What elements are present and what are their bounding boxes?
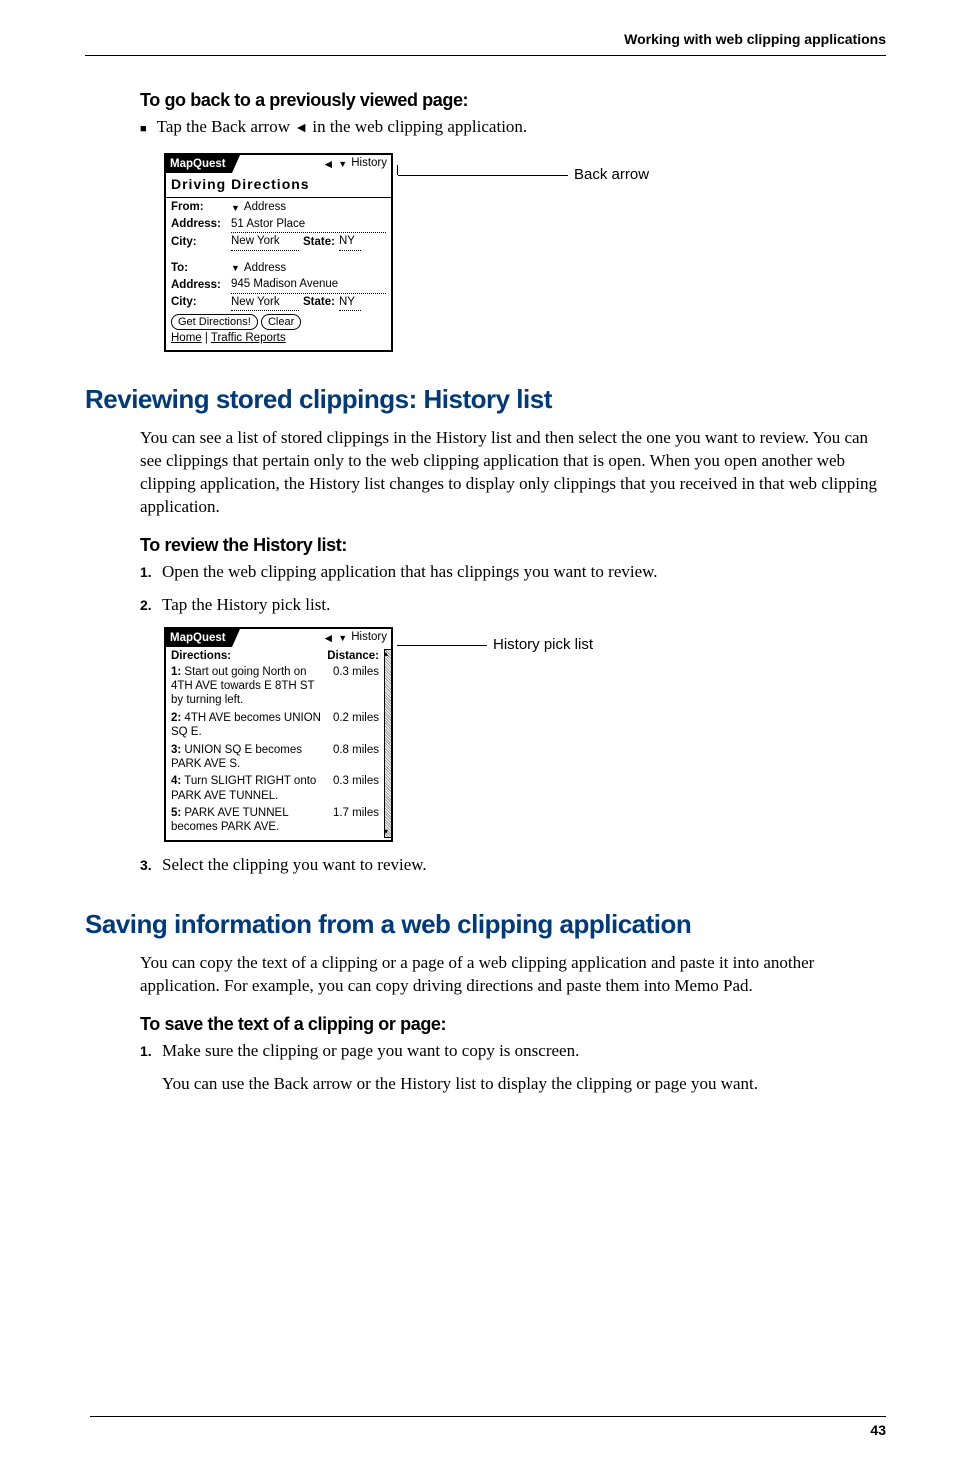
step-number: 1.	[140, 1040, 162, 1061]
section-heading-saving: Saving information from a web clipping a…	[85, 907, 886, 942]
callout-history-picklist: History pick list	[493, 635, 593, 655]
step-text: Select the clipping you want to review.	[162, 854, 886, 877]
to-type[interactable]: Address	[244, 261, 286, 277]
city-label: City:	[171, 235, 227, 251]
step-text: Tap the History pick list.	[162, 594, 886, 617]
step-text: Open the web clipping application that h…	[162, 561, 886, 584]
back-arrow-icon[interactable]: ◄	[322, 156, 334, 172]
back-arrow-icon[interactable]: ◄	[322, 630, 334, 646]
state-label: State:	[303, 235, 335, 251]
dropdown-icon[interactable]: ▼	[231, 202, 240, 214]
from-city-input[interactable]: New York	[231, 234, 299, 251]
state-label: State:	[303, 295, 335, 311]
direction-row: 5: PARK AVE TUNNEL becomes PARK AVE.1.7 …	[171, 806, 381, 835]
bullet-icon: ■	[140, 122, 147, 137]
col-directions: Directions:	[171, 649, 323, 665]
running-header: Working with web clipping applications	[85, 30, 886, 56]
app-title: MapQuest	[166, 629, 232, 647]
step-subtext: You can use the Back arrow or the Histor…	[162, 1073, 886, 1096]
device-screenshot-1: MapQuest ◄ ▼ History Driving Directions …	[164, 153, 393, 352]
scrollbar[interactable]	[384, 649, 391, 838]
to-address-input[interactable]: 945 Madison Avenue	[231, 277, 386, 294]
from-label: From:	[171, 200, 227, 216]
bullet-text: Tap the Back arrow ◄ in the web clipping…	[157, 116, 528, 139]
from-type[interactable]: Address	[244, 200, 286, 216]
page-number: 43	[90, 1416, 886, 1440]
history-picklist[interactable]: History	[351, 630, 387, 646]
subheading-save: To save the text of a clipping or page:	[140, 1012, 886, 1036]
col-distance: Distance:	[323, 649, 381, 665]
app-title: MapQuest	[166, 155, 232, 173]
history-picklist[interactable]: History	[351, 156, 387, 172]
step-number: 3.	[140, 854, 162, 875]
address-label: Address:	[171, 217, 227, 233]
dropdown-icon[interactable]: ▼	[231, 262, 240, 274]
direction-row: 3: UNION SQ E becomes PARK AVE S.0.8 mil…	[171, 743, 381, 772]
back-arrow-icon: ◄	[294, 120, 308, 139]
device-screenshot-2: MapQuest ◄ ▼ History Directions: Distanc…	[164, 627, 393, 842]
paragraph: You can see a list of stored clippings i…	[140, 427, 886, 519]
dropdown-icon[interactable]: ▼	[338, 158, 347, 170]
home-link[interactable]: Home	[171, 332, 202, 344]
callout-back-arrow: Back arrow	[574, 165, 649, 185]
step-number: 1.	[140, 561, 162, 582]
step-text: Make sure the clipping or page you want …	[162, 1040, 886, 1063]
from-address-input[interactable]: 51 Astor Place	[231, 217, 386, 234]
step-number: 2.	[140, 594, 162, 615]
from-state-input[interactable]: NY	[339, 234, 361, 251]
page-title: Driving Directions	[171, 175, 386, 194]
clear-button[interactable]: Clear	[261, 314, 301, 330]
get-directions-button[interactable]: Get Directions!	[171, 314, 258, 330]
traffic-link[interactable]: Traffic Reports	[211, 332, 286, 344]
direction-row: 1: Start out going North on 4TH AVE towa…	[171, 665, 381, 708]
dropdown-icon[interactable]: ▼	[338, 632, 347, 644]
direction-row: 2: 4TH AVE becomes UNION SQ E.0.2 miles	[171, 711, 381, 740]
subheading-review: To review the History list:	[140, 533, 886, 557]
section-heading-history: Reviewing stored clippings: History list	[85, 382, 886, 417]
subheading-go-back: To go back to a previously viewed page:	[140, 88, 886, 112]
to-city-input[interactable]: New York	[231, 295, 299, 312]
to-state-input[interactable]: NY	[339, 295, 361, 312]
to-label: To:	[171, 261, 227, 277]
paragraph: You can copy the text of a clipping or a…	[140, 952, 886, 998]
direction-row: 4: Turn SLIGHT RIGHT onto PARK AVE TUNNE…	[171, 774, 381, 803]
address-label: Address:	[171, 278, 227, 294]
city-label: City:	[171, 295, 227, 311]
